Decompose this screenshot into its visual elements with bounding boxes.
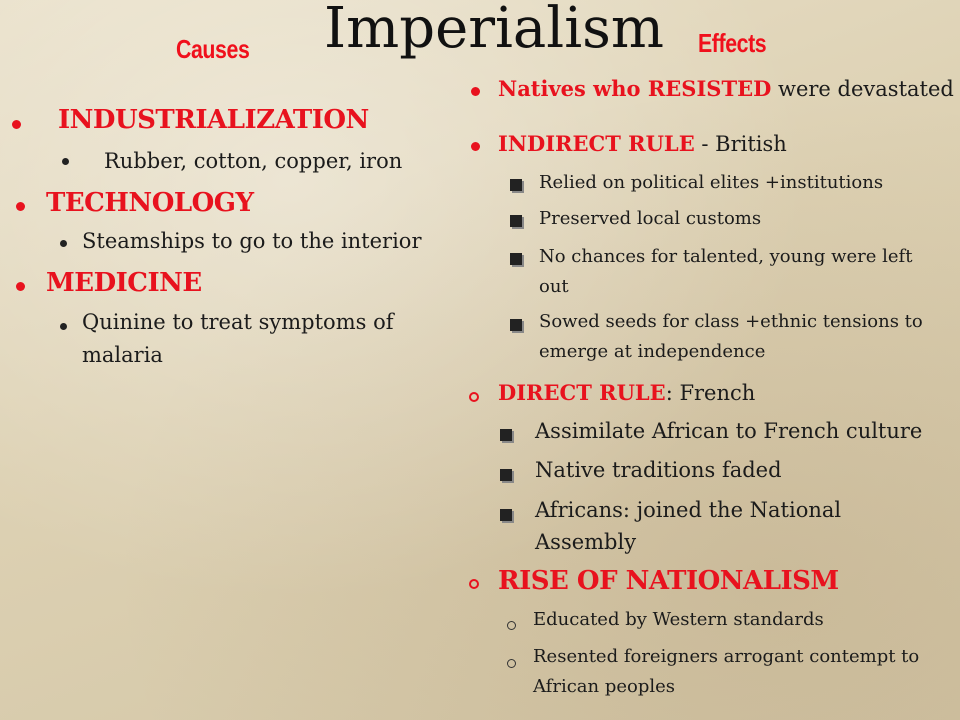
slide-title: Imperialism bbox=[324, 0, 664, 61]
bullet-icon bbox=[16, 282, 25, 291]
cause-medicine-detail-cont: malaria bbox=[82, 343, 163, 367]
effect-direct-rule: DIRECT RULE: French bbox=[498, 380, 755, 405]
effect-resisted-emphasis: Natives who RESISTED bbox=[498, 76, 772, 101]
indirect-item: Relied on political elites +institutions bbox=[539, 172, 884, 193]
indirect-item: Sowed seeds for class +ethnic tensions t… bbox=[539, 311, 923, 332]
bullet-icon bbox=[60, 240, 67, 247]
checkbox-bullet-icon bbox=[510, 319, 522, 331]
effect-indirect-emphasis: INDIRECT RULE bbox=[498, 131, 695, 156]
direct-item: Africans: joined the National bbox=[535, 498, 842, 522]
indirect-item: Preserved local customs bbox=[539, 208, 762, 229]
nationalism-item-cont: African peoples bbox=[533, 676, 676, 697]
effect-resisted-text: were devastated bbox=[771, 77, 954, 101]
cause-technology: TECHNOLOGY bbox=[46, 188, 254, 218]
cause-industrialization-detail: Rubber, cotton, copper, iron bbox=[104, 149, 403, 173]
bullet-icon bbox=[471, 142, 480, 151]
effect-nationalism: RISE OF NATIONALISM bbox=[498, 566, 839, 596]
checkbox-bullet-icon bbox=[500, 469, 512, 481]
checkbox-bullet-icon bbox=[510, 253, 522, 265]
cause-medicine: MEDICINE bbox=[46, 268, 202, 298]
checkbox-bullet-icon bbox=[510, 215, 522, 227]
cause-technology-detail: Steamships to go to the interior bbox=[82, 229, 422, 253]
bullet-icon bbox=[16, 202, 25, 211]
indirect-item: No chances for talented, young were left bbox=[539, 246, 913, 267]
ring-bullet-icon bbox=[507, 621, 516, 630]
bullet-icon bbox=[471, 87, 480, 96]
direct-item: Native traditions faded bbox=[535, 458, 782, 482]
effect-direct-emphasis: DIRECT RULE bbox=[498, 380, 666, 405]
checkbox-bullet-icon bbox=[500, 429, 512, 441]
ring-bullet-icon bbox=[469, 392, 479, 402]
effects-header: Effects bbox=[698, 28, 767, 58]
nationalism-item: Resented foreigners arrogant contempt to bbox=[533, 646, 920, 667]
indirect-item-cont: out bbox=[539, 276, 569, 297]
effect-indirect-rule: INDIRECT RULE - British bbox=[498, 131, 787, 156]
bullet-icon bbox=[12, 120, 21, 129]
bullet-icon bbox=[62, 158, 69, 165]
cause-medicine-detail: Quinine to treat symptoms of bbox=[82, 310, 394, 334]
direct-item: Assimilate African to French culture bbox=[535, 419, 923, 443]
ring-bullet-icon bbox=[507, 659, 516, 668]
nationalism-item: Educated by Western standards bbox=[533, 609, 824, 630]
effect-indirect-text: - British bbox=[694, 132, 787, 156]
direct-item-cont: Assembly bbox=[535, 530, 637, 554]
effect-resisted: Natives who RESISTED were devastated bbox=[498, 76, 954, 101]
bullet-icon bbox=[60, 323, 67, 330]
checkbox-bullet-icon bbox=[500, 509, 512, 521]
checkbox-bullet-icon bbox=[510, 179, 522, 191]
cause-industrialization: INDUSTRIALIZATION bbox=[58, 105, 369, 135]
ring-bullet-icon bbox=[469, 579, 479, 589]
indirect-item-cont: emerge at independence bbox=[539, 341, 766, 362]
effect-direct-text: : French bbox=[665, 381, 756, 405]
causes-header: Causes bbox=[176, 34, 250, 64]
